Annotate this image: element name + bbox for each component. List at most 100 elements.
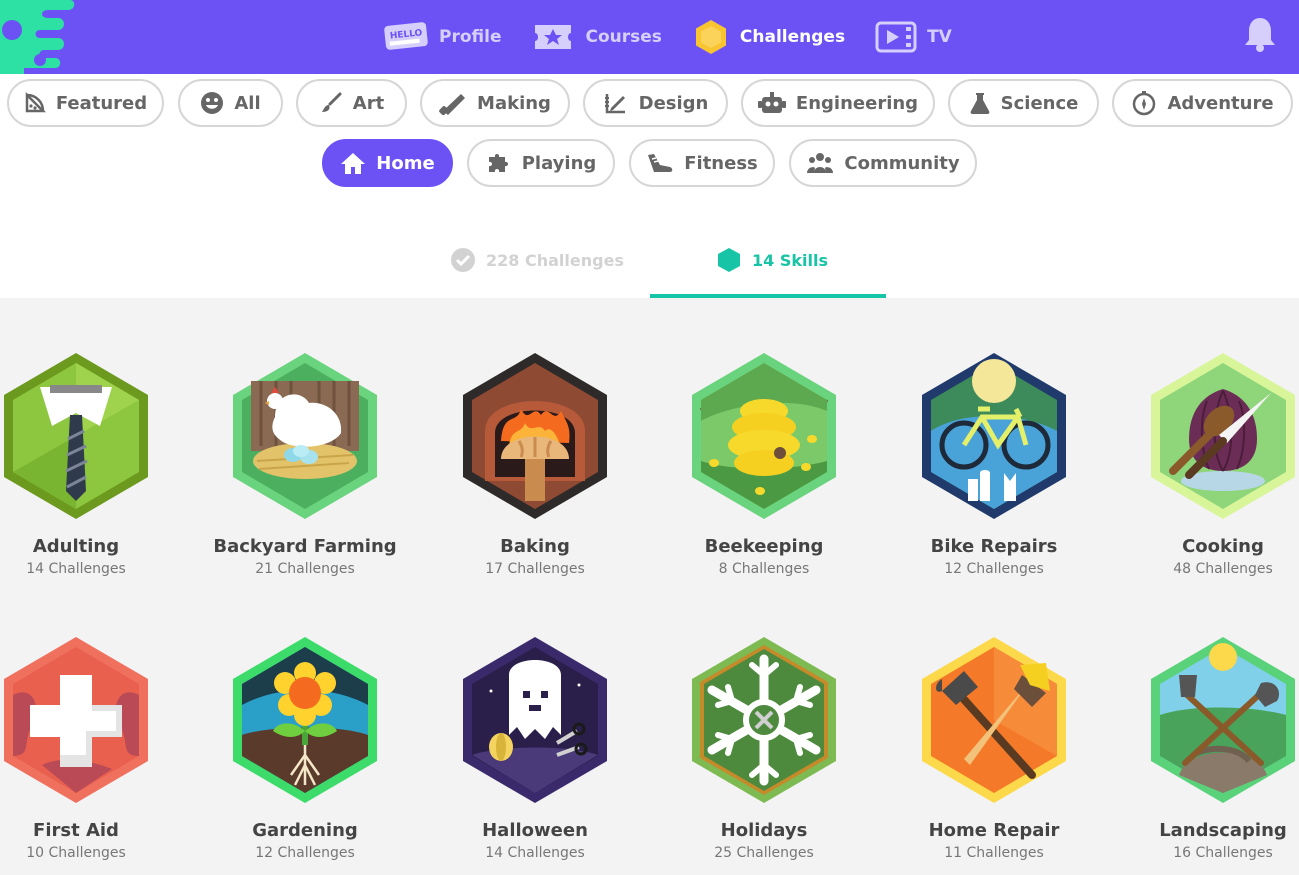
category-fitness[interactable]: Fitness xyxy=(629,139,775,187)
category-playing[interactable]: Playing xyxy=(467,139,615,187)
hexagon-icon xyxy=(716,247,742,273)
snowflake-badge-icon xyxy=(692,637,836,803)
nav-tv-label: TV xyxy=(927,27,952,47)
skill-name: First Aid xyxy=(33,820,119,841)
nav-challenges-label: Challenges xyxy=(739,27,846,47)
skill-name: Adulting xyxy=(32,536,120,557)
skill-card-halloween[interactable]: Halloween 14 Challenges xyxy=(435,635,635,863)
nav-challenges[interactable]: Challenges xyxy=(692,18,845,56)
category-engineering-label: Engineering xyxy=(795,92,919,114)
category-science-label: Science xyxy=(1000,92,1079,114)
notification-bell-icon[interactable] xyxy=(1240,14,1280,54)
skill-card-holidays[interactable]: Holidays 25 Challenges xyxy=(664,635,864,863)
hexagon-icon xyxy=(692,18,730,56)
nav-courses[interactable]: Courses xyxy=(531,21,662,53)
skill-card-gardening[interactable]: Gardening 12 Challenges xyxy=(205,635,405,863)
skill-challenge-count: 21 Challenges xyxy=(255,561,355,577)
people-icon xyxy=(806,151,834,175)
skill-card-cooking[interactable]: Cooking 48 Challenges xyxy=(1123,351,1299,579)
pizza-icon xyxy=(24,92,46,114)
necktie-badge-icon xyxy=(4,353,148,519)
house-icon xyxy=(340,151,366,175)
flask-icon xyxy=(969,91,991,115)
category-community[interactable]: Community xyxy=(789,139,977,187)
ghost-badge-icon xyxy=(463,637,607,803)
puzzle-icon xyxy=(486,150,512,176)
brush-icon xyxy=(319,91,343,115)
skill-challenge-count: 12 Challenges xyxy=(944,561,1044,577)
skill-name: Bike Repairs xyxy=(930,536,1058,557)
skill-name: Cooking xyxy=(1182,536,1264,557)
flower-badge-icon xyxy=(233,637,377,803)
active-tab-indicator xyxy=(650,294,886,298)
shovels-badge-icon xyxy=(1151,637,1295,803)
star-ticket-icon xyxy=(531,21,575,53)
skill-card-adulting[interactable]: Adulting 14 Challenges xyxy=(0,351,176,579)
category-fitness-label: Fitness xyxy=(684,152,758,174)
hammer-brush-badge-icon xyxy=(922,637,1066,803)
skill-challenge-count: 12 Challenges xyxy=(255,845,355,861)
category-adventure-label: Adventure xyxy=(1167,92,1274,114)
tv-play-icon xyxy=(875,21,917,53)
skill-name: Landscaping xyxy=(1159,820,1287,841)
skill-name: Baking xyxy=(500,536,570,557)
compass-icon xyxy=(1131,90,1157,116)
nav-profile[interactable]: HELLO Profile xyxy=(383,21,501,53)
skill-card-bike-repairs[interactable]: Bike Repairs 12 Challenges xyxy=(894,351,1094,579)
skill-challenge-count: 8 Challenges xyxy=(718,561,810,577)
category-science[interactable]: Science xyxy=(948,79,1099,127)
category-art-label: Art xyxy=(352,92,385,114)
skill-card-beekeeping[interactable]: Beekeeping 8 Challenges xyxy=(664,351,864,579)
skill-name: Holidays xyxy=(720,820,808,841)
skill-name: Gardening xyxy=(252,820,358,841)
skill-name: Backyard Farming xyxy=(213,536,397,557)
skill-challenge-count: 48 Challenges xyxy=(1173,561,1273,577)
category-design-label: Design xyxy=(638,92,709,114)
category-featured-label: Featured xyxy=(55,92,148,114)
category-playing-label: Playing xyxy=(521,152,597,174)
skill-challenge-count: 14 Challenges xyxy=(26,561,126,577)
nav-tv[interactable]: TV xyxy=(875,21,952,53)
skill-name: Beekeeping xyxy=(704,536,824,557)
nav-courses-label: Courses xyxy=(585,27,662,47)
robot-icon xyxy=(757,91,786,115)
category-making[interactable]: Making xyxy=(420,79,570,127)
skill-challenge-count: 16 Challenges xyxy=(1173,845,1273,861)
medical-cross-badge-icon xyxy=(4,637,148,803)
category-community-label: Community xyxy=(844,152,960,174)
tab-skills[interactable]: 14 Skills xyxy=(716,240,828,280)
category-engineering[interactable]: Engineering xyxy=(741,79,935,127)
category-design[interactable]: Design xyxy=(583,79,728,127)
skill-card-backyard-farming[interactable]: Backyard Farming 21 Challenges xyxy=(205,351,405,579)
skill-card-landscaping[interactable]: Landscaping 16 Challenges xyxy=(1123,635,1299,863)
skill-name: Home Repair xyxy=(928,820,1060,841)
skill-card-first-aid[interactable]: First Aid 10 Challenges xyxy=(0,635,176,863)
bicycle-tools-badge-icon xyxy=(922,353,1066,519)
skill-card-baking[interactable]: Baking 17 Challenges xyxy=(435,351,635,579)
top-navigation-bar: HELLO Profile Courses Challenges TV xyxy=(0,0,1299,74)
shoe-icon xyxy=(646,151,674,175)
diy-logo-icon[interactable] xyxy=(0,0,90,74)
skill-name: Halloween xyxy=(482,820,588,841)
category-art[interactable]: Art xyxy=(296,79,407,127)
nav-profile-label: Profile xyxy=(439,27,502,47)
tab-skills-label: 14 Skills xyxy=(752,250,828,270)
pencil-ruler-icon xyxy=(603,90,629,116)
main-nav: HELLO Profile Courses Challenges TV xyxy=(383,0,982,74)
category-all[interactable]: All xyxy=(178,79,283,127)
category-home-label: Home xyxy=(376,152,435,174)
skill-challenge-count: 25 Challenges xyxy=(714,845,814,861)
category-featured[interactable]: Featured xyxy=(7,79,164,127)
tab-challenges[interactable]: 228 Challenges xyxy=(450,240,624,280)
onion-knife-badge-icon xyxy=(1151,353,1295,519)
hello-badge-icon: HELLO xyxy=(383,21,429,53)
skill-card-home-repair[interactable]: Home Repair 11 Challenges xyxy=(894,635,1094,863)
category-making-label: Making xyxy=(477,92,551,114)
checkmark-circle-icon xyxy=(450,247,476,273)
skill-challenge-count: 11 Challenges xyxy=(944,845,1044,861)
bread-oven-badge-icon xyxy=(463,353,607,519)
category-home[interactable]: Home xyxy=(322,139,453,187)
skill-challenge-count: 17 Challenges xyxy=(485,561,585,577)
skill-challenge-count: 14 Challenges xyxy=(485,845,585,861)
category-adventure[interactable]: Adventure xyxy=(1112,79,1293,127)
